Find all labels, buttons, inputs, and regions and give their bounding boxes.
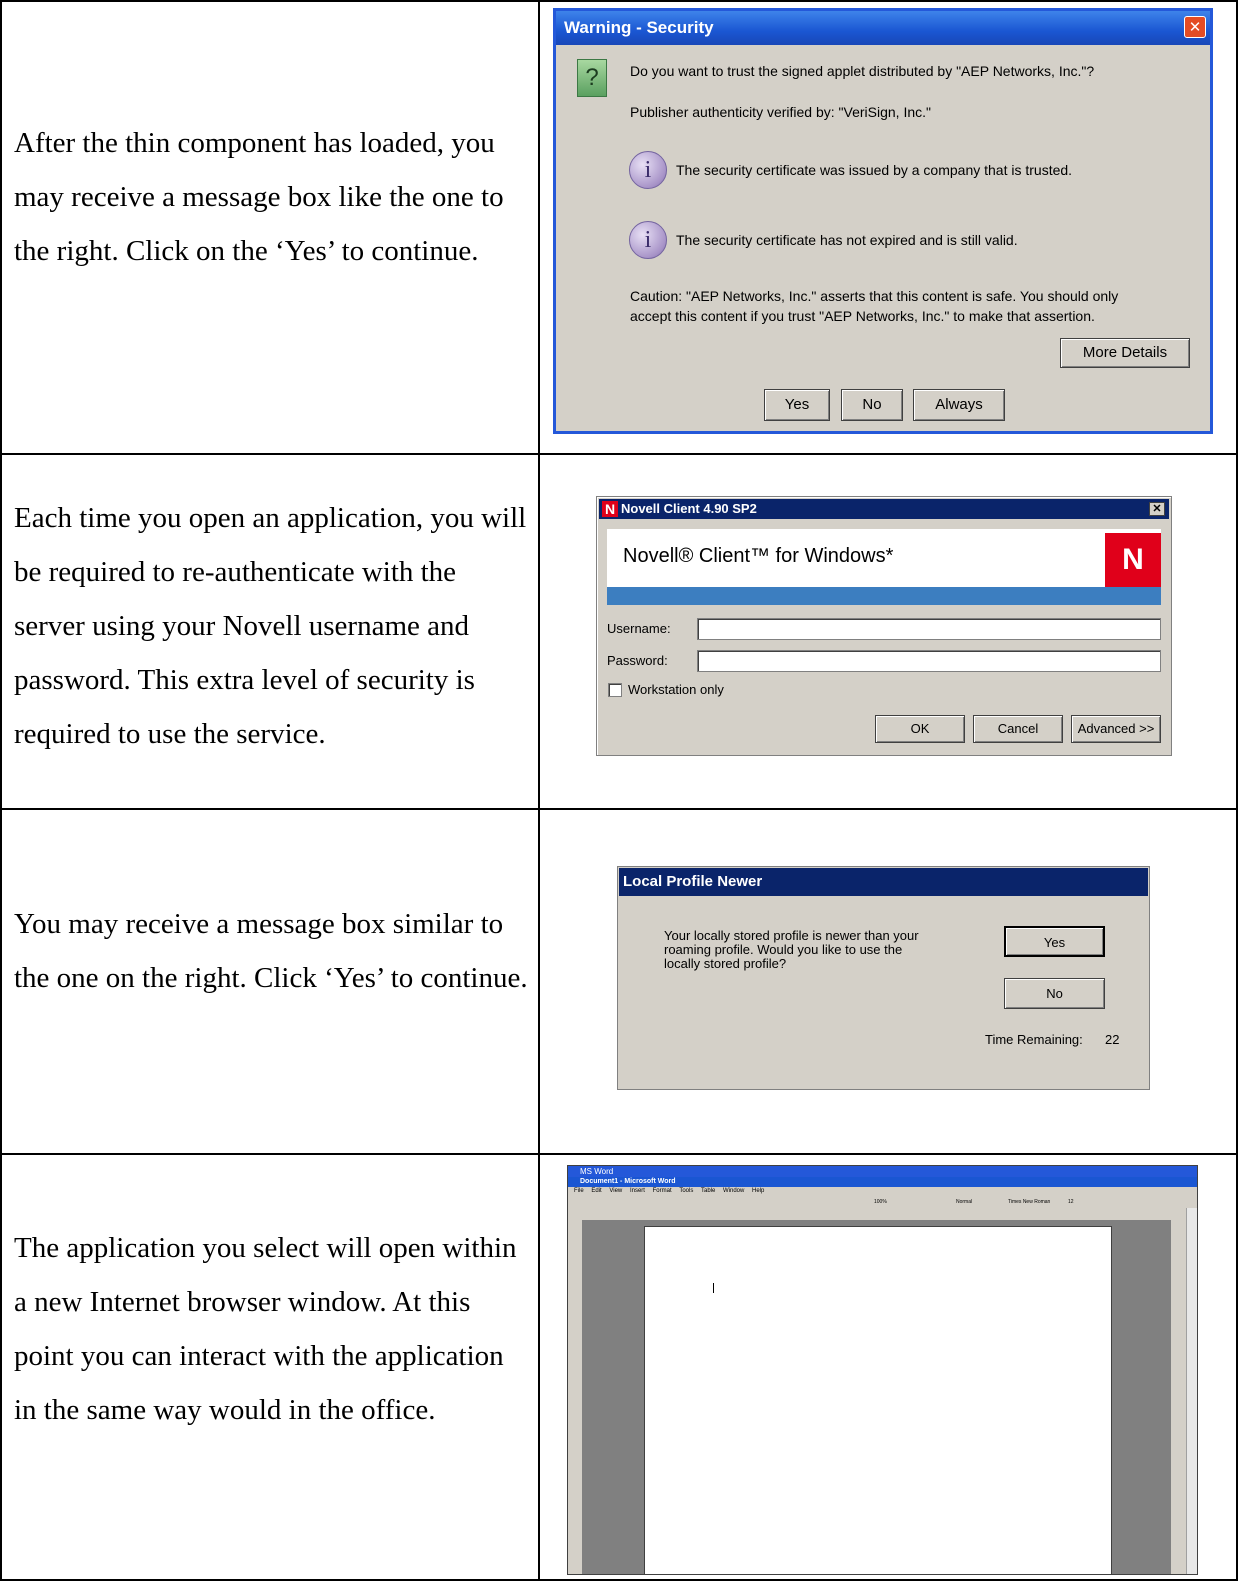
menu-bar: File Edit View Insert Format Tools Table… <box>568 1187 1197 1196</box>
row-divider <box>0 1153 1238 1155</box>
table-border-left <box>0 0 2 1581</box>
no-button[interactable]: No <box>841 389 903 421</box>
row1-text: After the thin component has loaded, you… <box>14 127 504 267</box>
caution-text-line1: Caution: "AEP Networks, Inc." asserts th… <box>630 288 1119 304</box>
document-title-bar: Document1 - Microsoft Word <box>568 1177 1197 1187</box>
no-button[interactable]: No <box>1004 978 1105 1009</box>
profile-message-line: Your locally stored profile is newer tha… <box>664 928 919 943</box>
close-button[interactable]: ✕ <box>1184 16 1206 38</box>
username-label: Username: <box>607 621 671 636</box>
time-remaining-label: Time Remaining: <box>985 1032 1083 1047</box>
row4-text: The application you select will open wit… <box>14 1232 517 1426</box>
profile-message: Your locally stored profile is newer tha… <box>664 929 919 971</box>
cancel-button[interactable]: Cancel <box>973 715 1063 743</box>
local-profile-dialog: Local Profile Newer Your locally stored … <box>617 866 1150 1090</box>
always-button[interactable]: Always <box>913 389 1005 421</box>
column-divider <box>538 0 540 1581</box>
profile-message-line: roaming profile. Would you like to use t… <box>664 942 903 957</box>
yes-button[interactable]: Yes <box>1004 926 1105 957</box>
row2-text: Each time you open an application, you w… <box>14 502 527 750</box>
ms-word-window: MS Word Document1 - Microsoft Word File … <box>567 1165 1198 1575</box>
novell-banner: Novell® Client™ for Windows* N <box>607 529 1161 587</box>
menu-table[interactable]: Table <box>701 1188 715 1194</box>
menu-insert[interactable]: Insert <box>630 1188 645 1194</box>
yes-button[interactable]: Yes <box>764 389 830 421</box>
table-border-top <box>0 0 1238 2</box>
novell-login-dialog: N Novell Client 4.90 SP2 ✕ Novell® Clien… <box>596 496 1172 756</box>
font-select[interactable]: Times New Roman <box>1008 1196 1050 1208</box>
novell-n-logo: N <box>1105 533 1161 587</box>
vertical-scrollbar[interactable] <box>1186 1208 1197 1574</box>
security-warning-dialog: Warning - Security ✕ ? Do you want to tr… <box>553 8 1213 434</box>
workstation-only-label: Workstation only <box>628 682 724 697</box>
banner-bar <box>607 587 1161 605</box>
trust-question: Do you want to trust the signed applet d… <box>630 63 1095 79</box>
publisher-text: Publisher authenticity verified by: "Ver… <box>630 104 931 120</box>
menu-help[interactable]: Help <box>752 1188 764 1194</box>
menu-window[interactable]: Window <box>723 1188 744 1194</box>
info-valid-text: The security certificate has not expired… <box>676 232 1018 248</box>
zoom-select[interactable]: 100% <box>874 1196 887 1208</box>
right-gray-strip <box>1171 1208 1187 1574</box>
workstation-only-checkbox[interactable] <box>608 683 622 697</box>
menu-view[interactable]: View <box>609 1188 622 1194</box>
horizontal-ruler <box>568 1208 1197 1220</box>
info-trusted-text: The security certificate was issued by a… <box>676 162 1073 178</box>
text-cursor <box>713 1283 714 1293</box>
password-field[interactable] <box>697 650 1161 672</box>
menu-file[interactable]: File <box>574 1188 584 1194</box>
dialog-title-text: Novell Client 4.90 SP2 <box>621 501 757 516</box>
outer-title-bar: MS Word <box>568 1166 1197 1177</box>
row3-text: You may receive a message box similar to… <box>14 908 528 994</box>
caution-text-line2: accept this content if you trust "AEP Ne… <box>630 308 1095 324</box>
menu-edit[interactable]: Edit <box>591 1188 601 1194</box>
info-icon: i <box>629 221 667 259</box>
dialog-title: Warning - Security <box>556 11 1210 45</box>
menu-tools[interactable]: Tools <box>679 1188 693 1194</box>
time-remaining-value: 22 <box>1105 1032 1120 1047</box>
row-divider <box>0 808 1238 810</box>
question-icon: ? <box>577 59 607 97</box>
dialog-title: Local Profile Newer <box>619 868 1148 896</box>
vertical-ruler <box>568 1220 582 1574</box>
ok-button[interactable]: OK <box>875 715 965 743</box>
size-select[interactable]: 12 <box>1068 1196 1074 1208</box>
profile-message-line: locally stored profile? <box>664 956 787 971</box>
novell-logo-icon: N <box>602 501 618 517</box>
menu-format[interactable]: Format <box>653 1188 672 1194</box>
info-icon: i <box>629 151 667 189</box>
document-page[interactable] <box>644 1226 1112 1574</box>
style-select[interactable]: Normal <box>956 1196 972 1208</box>
more-details-button[interactable]: More Details <box>1060 338 1190 368</box>
banner-text: Novell® Client™ for Windows* <box>623 545 894 567</box>
advanced-button[interactable]: Advanced >> <box>1071 715 1161 743</box>
row-divider <box>0 453 1238 455</box>
close-button[interactable]: ✕ <box>1149 502 1165 516</box>
username-field[interactable] <box>697 618 1161 640</box>
dialog-title: N Novell Client 4.90 SP2 ✕ <box>599 499 1169 519</box>
password-label: Password: <box>607 653 668 668</box>
